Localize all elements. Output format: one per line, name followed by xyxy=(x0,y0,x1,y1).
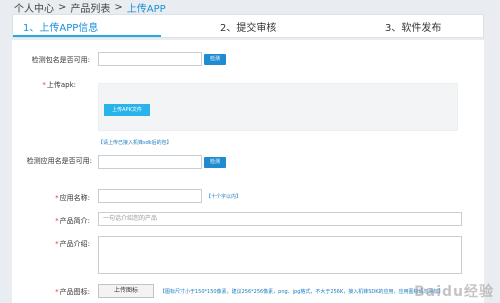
baidu-watermark: Baidu经验 xyxy=(414,284,494,300)
apk-upload-area[interactable] xyxy=(98,83,458,131)
app-name-check-input[interactable] xyxy=(98,155,202,169)
intro-full-label: *产品介绍: xyxy=(55,240,90,248)
breadcrumb-separator: > xyxy=(114,1,123,13)
step-upload-info: 1、上传APP信息 xyxy=(23,23,99,34)
breadcrumb-product-list[interactable]: 产品列表 xyxy=(70,0,110,15)
breadcrumb-separator: > xyxy=(58,1,67,13)
breadcrumb: 个人中心 > 产品列表 > 上传APP xyxy=(14,0,166,15)
required-marker: * xyxy=(55,194,59,202)
required-marker: * xyxy=(55,240,59,248)
package-name-input[interactable] xyxy=(98,52,202,66)
required-marker: * xyxy=(55,288,59,296)
intro-full-textarea[interactable] xyxy=(98,236,462,274)
upload-icon-button[interactable]: 上传图标 xyxy=(98,284,154,298)
breadcrumb-upload-app: 上传APP xyxy=(126,3,166,15)
app-name-check-button[interactable]: 检测 xyxy=(204,157,226,168)
step-progress-bar: 1、上传APP信息 2、提交审核 3、软件发布 xyxy=(12,14,484,38)
intro-short-label: *产品简介: xyxy=(55,217,90,225)
icon-upload-label: *产品图标: xyxy=(55,288,90,296)
package-check-label: 检测包名是否可用: xyxy=(31,56,90,64)
required-marker: * xyxy=(42,81,46,89)
apk-upload-tip: 【请上传已接入机锋sdk后的包】 xyxy=(98,140,172,146)
breadcrumb-personal-center[interactable]: 个人中心 xyxy=(14,0,54,15)
step-publish: 3、软件发布 xyxy=(385,23,442,34)
apk-upload-label: *上传apk: xyxy=(42,81,76,89)
upload-apk-button[interactable]: 上传APK文件 xyxy=(104,104,150,116)
package-check-button[interactable]: 检测 xyxy=(204,54,226,65)
intro-short-input[interactable]: 一句话介绍您的产品 xyxy=(98,212,462,226)
app-name-label: *应用名称: xyxy=(55,194,90,202)
required-marker: * xyxy=(55,217,59,225)
step-submit-review: 2、提交审核 xyxy=(220,23,277,34)
app-name-check-label: 检测应用名是否可用: xyxy=(26,157,92,165)
app-name-input[interactable] xyxy=(98,189,202,203)
app-name-tip: 【十个字以内】 xyxy=(206,194,242,200)
